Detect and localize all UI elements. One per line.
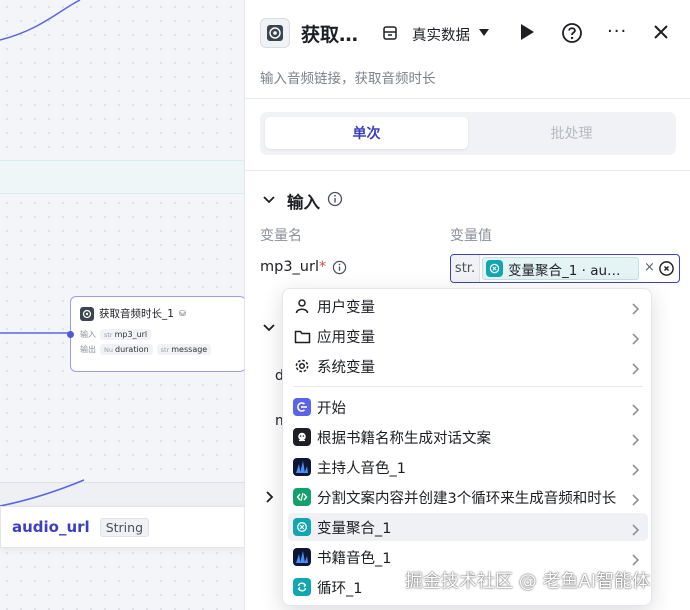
llm-icon [293, 428, 311, 446]
aggregate-icon [486, 260, 503, 277]
chevron-down-icon[interactable] [262, 192, 276, 211]
run-mode-tabs: 单次 批处理 [260, 112, 676, 155]
node-data-icon: ⛁ [178, 309, 186, 318]
column-header-name: 变量名 [260, 228, 302, 244]
watermark: 掘金技术社区 @ 老鱼AI智能体 [405, 571, 651, 592]
clear-reference-icon[interactable]: × [644, 260, 655, 275]
node-output-chip: str message [156, 344, 212, 355]
field-name: audio_url [12, 518, 90, 536]
data-mode-dropdown[interactable]: 真实数据 [412, 24, 470, 45]
chevron-right-icon [631, 431, 640, 450]
menu-item-generate-dialogue[interactable]: 根据书籍名称生成对话文案 [288, 423, 648, 451]
node-output-chip: Nu duration [100, 344, 153, 355]
variable-name-label: mp3_url* [260, 259, 327, 275]
node-input-port[interactable] [67, 331, 74, 338]
play-icon[interactable] [519, 23, 535, 45]
menu-item-system-variables[interactable]: 系统变量 [288, 352, 648, 380]
value-type-badge: str. [451, 255, 480, 282]
variable-source-menu: 用户变量 应用变量 系统变量 开始 根据书籍名称生成对话文案 主持人音色_1 分… [282, 288, 652, 606]
menu-separator [293, 386, 643, 387]
workflow-node-get-audio-duration[interactable]: 获取音频时长_1 ⛁ 输入 str mp3_url 输出 Nu duration s… [67, 296, 244, 372]
variable-field-tooltip[interactable]: audio_url String [0, 506, 282, 548]
code-icon [293, 488, 311, 506]
info-icon[interactable] [332, 260, 347, 279]
folder-icon [293, 327, 311, 345]
node-input-chip: str mp3_url [100, 329, 152, 340]
user-icon [293, 297, 311, 315]
variable-value-input[interactable]: str. 变量聚合_1 · au… × [450, 254, 680, 283]
data-source-icon[interactable] [382, 25, 398, 45]
plugin-icon [80, 306, 94, 321]
start-icon [293, 398, 311, 416]
divider [245, 98, 690, 99]
chevron-right-icon [631, 491, 640, 510]
caret-down-icon[interactable] [479, 29, 489, 36]
panel-description: 输入音频链接，获取音频时长 [260, 71, 436, 87]
gear-icon [293, 357, 311, 375]
field-type-badge: String [99, 517, 150, 537]
aggregate-icon [293, 518, 311, 536]
input-section-title: 输入 [287, 193, 320, 212]
menu-item-user-variables[interactable]: 用户变量 [288, 292, 648, 320]
menu-item-app-variables[interactable]: 应用变量 [288, 322, 648, 350]
info-icon[interactable] [327, 191, 343, 211]
chevron-down-icon[interactable] [262, 320, 276, 339]
node-output-row: 输出 Nu duration str message [71, 342, 244, 357]
menu-item-split-text-code[interactable]: 分割文案内容并创建3个循环来生成音频和时长 [288, 483, 648, 511]
variable-picker-icon[interactable] [658, 260, 675, 281]
node-input-row: 输入 str mp3_url [71, 327, 244, 342]
variable-reference-chip[interactable]: 变量聚合_1 · au… [482, 257, 639, 280]
tab-single[interactable]: 单次 [265, 117, 468, 149]
chevron-right-icon [631, 300, 640, 319]
chevron-right-icon [631, 401, 640, 420]
more-options-icon[interactable]: ··· [607, 21, 627, 42]
chevron-right-icon[interactable] [262, 489, 276, 508]
plugin-logo-icon [260, 18, 290, 48]
panel-header: 获取… 真实数据 ··· [245, 0, 690, 66]
loop-icon [293, 578, 311, 596]
required-mark: * [318, 259, 327, 275]
divider [245, 170, 690, 171]
tab-batch[interactable]: 批处理 [470, 117, 673, 149]
column-header-value: 变量值 [450, 228, 492, 244]
node-title: 获取音频时长_1 [99, 308, 174, 320]
help-icon[interactable] [561, 22, 583, 48]
menu-item-start[interactable]: 开始 [288, 393, 648, 421]
panel-title: 获取… [301, 24, 359, 46]
chevron-right-icon [631, 330, 640, 349]
voice-icon [293, 458, 311, 476]
chevron-right-icon [631, 360, 640, 379]
voice-icon [293, 548, 311, 566]
chevron-right-icon [631, 461, 640, 480]
close-icon[interactable] [652, 23, 670, 45]
chevron-right-icon [631, 521, 640, 540]
menu-item-variable-aggregate[interactable]: 变量聚合_1 [288, 513, 648, 541]
menu-item-host-voice[interactable]: 主持人音色_1 [288, 453, 648, 481]
